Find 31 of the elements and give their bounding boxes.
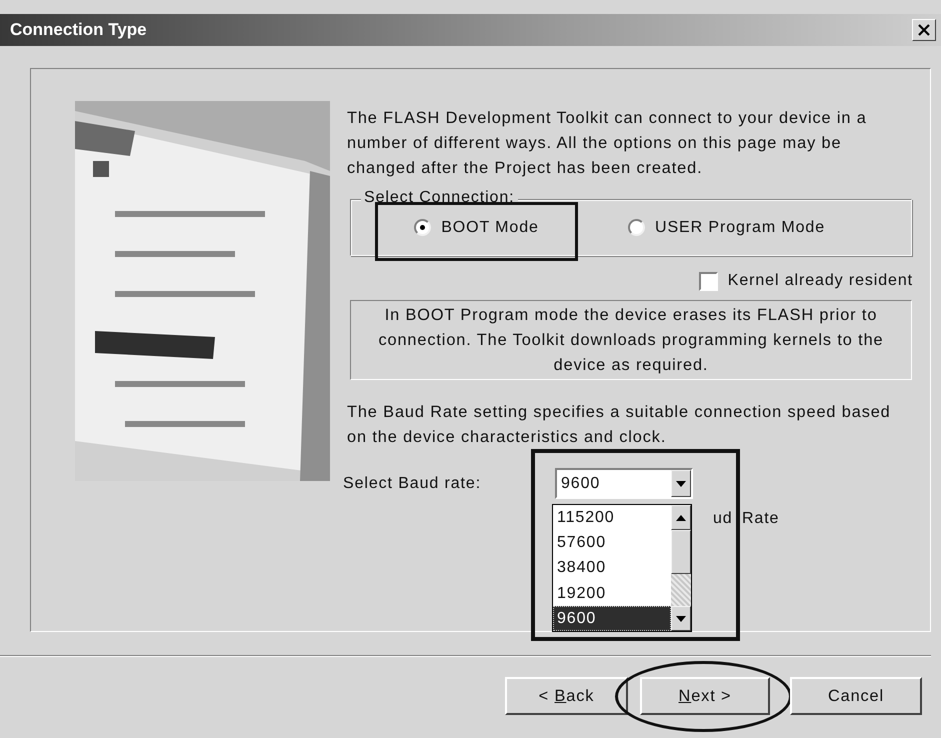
dropdown-option[interactable]: 19200 — [553, 580, 671, 606]
dropdown-option[interactable]: 57600 — [553, 530, 671, 556]
window-title: Connection Type — [10, 19, 147, 42]
dropdown-option[interactable]: 115200 — [553, 505, 671, 530]
checkbox-label: Kernel already resident — [728, 271, 913, 291]
down-arrow-icon — [676, 616, 686, 622]
dropdown-arrow-button[interactable] — [671, 470, 691, 497]
baud-info-text: The Baud Rate setting specifies a suitable connection speed based on the device characteristics and clock. — [347, 402, 892, 448]
dialog-button[interactable]: Cancel — [790, 677, 922, 715]
dialog-button[interactable]: Next > — [640, 677, 770, 715]
close-button[interactable] — [912, 19, 936, 41]
checkbox[interactable] — [698, 272, 718, 290]
mode-info-text: In BOOT Program mode the device erases its FLASH prior to connection. The Toolkit downloads programming kernels to the device as required. — [350, 300, 912, 380]
radio-button[interactable] — [414, 219, 432, 236]
checkbox-label: ud Rate — [713, 509, 780, 529]
dialog-button[interactable]: < Back — [505, 677, 628, 715]
intro-text: The FLASH Development Toolkit can connect to your device in a number of different ways. All the options on this page may be changed after the Project has been created. — [347, 108, 868, 179]
dropdown-option[interactable]: 38400 — [553, 555, 671, 581]
up-arrow-icon — [676, 514, 686, 520]
down-arrow-icon — [676, 480, 686, 486]
radio-label: BOOT Mode — [441, 218, 539, 238]
scrollbar[interactable] — [671, 505, 691, 631]
scroll-up-button[interactable] — [671, 505, 691, 530]
scroll-down-button[interactable] — [671, 606, 691, 631]
baud-rate-label: Select Baud rate: — [343, 474, 482, 494]
dropdown-option[interactable]: 9600 — [553, 606, 671, 631]
close-icon — [918, 24, 930, 36]
radio-label: USER Program Mode — [655, 218, 826, 238]
radio-button[interactable] — [628, 219, 645, 236]
baud-rate-dropdown[interactable]: 9600 — [555, 468, 693, 499]
scrollbar-thumb[interactable] — [671, 530, 691, 574]
